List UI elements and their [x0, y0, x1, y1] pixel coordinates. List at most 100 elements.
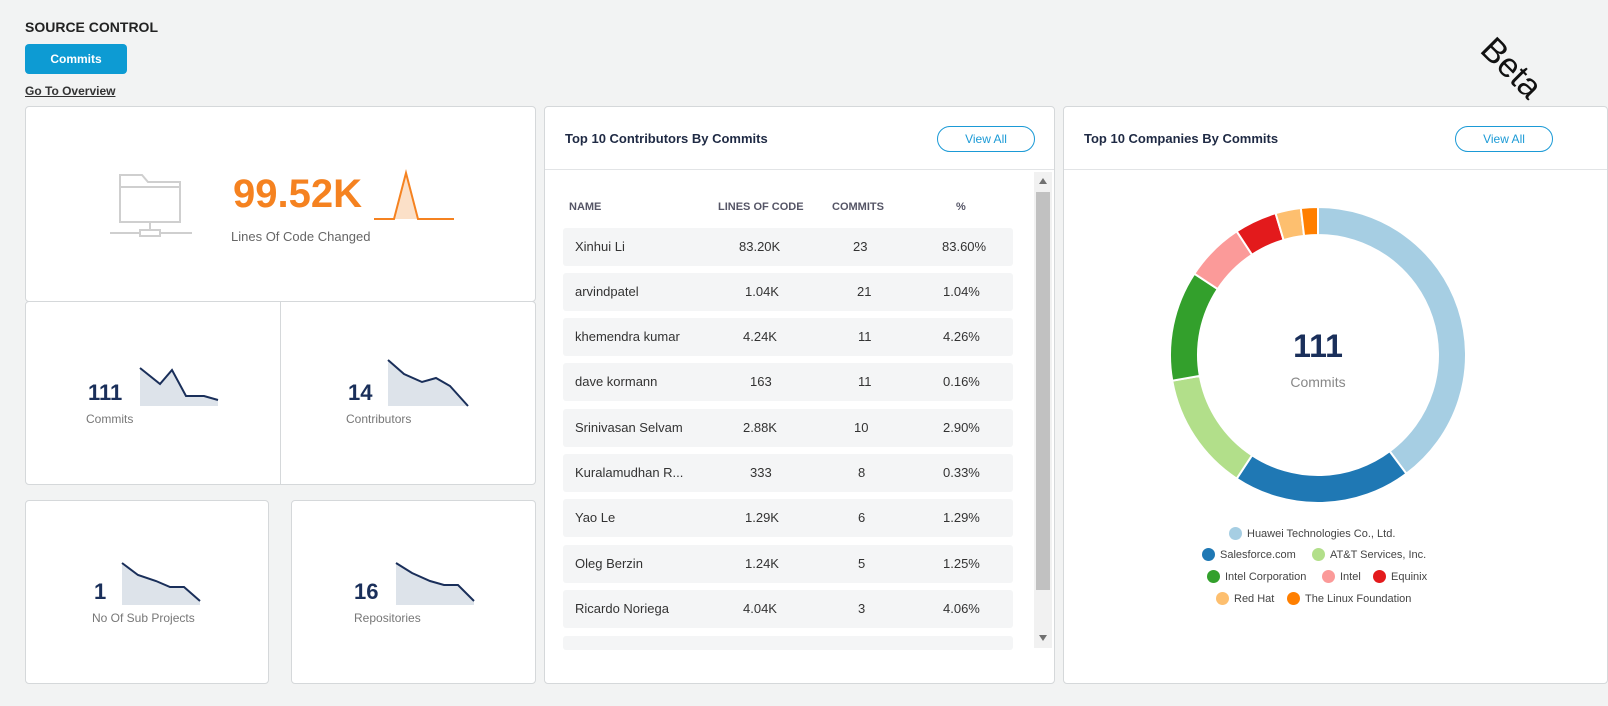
- top-contributors-title: Top 10 Contributors By Commits: [565, 131, 768, 146]
- legend-item[interactable]: Intel: [1322, 570, 1361, 583]
- sub-projects-sparkline: [121, 562, 201, 605]
- commits-label: Commits: [86, 412, 134, 426]
- page-title: SOURCE CONTROL: [25, 19, 158, 35]
- table-row-partial[interactable]: [563, 636, 1013, 650]
- table-row[interactable]: arvindpatel 1.04K 21 1.04%: [563, 273, 1013, 311]
- contributor-percent: 83.60%: [942, 239, 987, 254]
- contributor-commits: 6: [858, 510, 866, 525]
- legend-item[interactable]: AT&T Services, Inc.: [1312, 548, 1426, 561]
- commits-tab-button[interactable]: Commits: [25, 44, 127, 74]
- legend-label: AT&T Services, Inc.: [1330, 548, 1427, 561]
- contributor-loc: 4.24K: [743, 329, 777, 344]
- legend-dot: [1229, 527, 1242, 540]
- contributor-loc: 2.88K: [743, 420, 777, 435]
- table-row[interactable]: Kuralamudhan R... 333 8 0.33%: [563, 454, 1013, 492]
- contributor-loc: 4.04K: [743, 601, 777, 616]
- legend-item[interactable]: Intel Corporation: [1207, 570, 1306, 583]
- legend-label: Equinix: [1391, 570, 1428, 583]
- legend-label: Red Hat: [1234, 592, 1275, 605]
- legend-label: The Linux Foundation: [1305, 592, 1412, 605]
- lines-of-code-value: 99.52K: [233, 172, 362, 216]
- contributor-percent: 1.25%: [943, 556, 980, 571]
- legend-dot: [1287, 592, 1300, 605]
- donut-slice[interactable]: [1171, 374, 1254, 481]
- contributor-name: khemendra kumar: [575, 329, 680, 344]
- donut-slice[interactable]: [1235, 449, 1408, 504]
- contributor-loc: 1.04K: [745, 284, 779, 299]
- contributor-percent: 1.04%: [943, 284, 980, 299]
- donut-slice[interactable]: [1169, 272, 1220, 382]
- table-row[interactable]: Srinivasan Selvam 2.88K 10 2.90%: [563, 409, 1013, 447]
- companies-view-all-button[interactable]: View All: [1455, 126, 1553, 152]
- beta-label: Beta: [1473, 30, 1550, 107]
- legend-item[interactable]: Red Hat: [1216, 592, 1274, 605]
- scroll-down-arrow[interactable]: [1039, 635, 1047, 641]
- legend-dot: [1207, 570, 1220, 583]
- table-row[interactable]: Oleg Berzin 1.24K 5 1.25%: [563, 545, 1013, 583]
- sub-projects-count: 1: [94, 579, 107, 604]
- go-to-overview-link[interactable]: Go To Overview: [25, 84, 115, 98]
- table-row[interactable]: Ricardo Noriega 4.04K 3 4.06%: [563, 590, 1013, 628]
- scroll-thumb[interactable]: [1036, 192, 1050, 590]
- table-row[interactable]: Yao Le 1.29K 6 1.29%: [563, 499, 1013, 537]
- contributor-name: Ricardo Noriega: [575, 601, 669, 616]
- legend-item[interactable]: Equinix: [1373, 570, 1427, 583]
- lines-of-code-label: Lines Of Code Changed: [231, 229, 371, 244]
- legend-item[interactable]: Huawei Technologies Co., Ltd.: [1229, 527, 1395, 540]
- repositories-label: Repositories: [354, 611, 421, 625]
- table-row[interactable]: dave kormann 163 11 0.16%: [563, 363, 1013, 401]
- contributors-view-all-button[interactable]: View All: [937, 126, 1035, 152]
- contributor-commits: 23: [853, 239, 868, 254]
- legend-label: Intel: [1340, 570, 1361, 583]
- contributor-loc: 1.29K: [745, 510, 779, 525]
- donut-slice[interactable]: [1299, 205, 1319, 237]
- contributor-loc: 1.24K: [745, 556, 779, 571]
- legend-dot: [1216, 592, 1229, 605]
- column-header-lines-of-code[interactable]: LINES OF CODE: [718, 201, 804, 213]
- lines-of-code-card: 99.52K Lines Of Code Changed: [25, 106, 536, 302]
- contributors-count: 14: [348, 380, 373, 405]
- legend-dot: [1202, 548, 1215, 561]
- table-row[interactable]: khemendra kumar 4.24K 11 4.26%: [563, 318, 1013, 356]
- legend-dot: [1322, 570, 1335, 583]
- sub-projects-label: No Of Sub Projects: [92, 611, 195, 625]
- top-companies-title: Top 10 Companies By Commits: [1084, 131, 1279, 146]
- contributor-name: Oleg Berzin: [575, 556, 643, 571]
- contributor-commits: 11: [858, 329, 872, 344]
- contributor-commits: 21: [857, 284, 872, 299]
- contributor-percent: 4.26%: [943, 329, 980, 344]
- contributor-percent: 1.29%: [943, 510, 980, 525]
- contributor-commits: 3: [858, 601, 866, 616]
- legend-label: Huawei Technologies Co., Ltd.: [1247, 527, 1396, 540]
- legend-item[interactable]: Salesforce.com: [1202, 548, 1296, 561]
- contributor-percent: 0.16%: [943, 374, 980, 389]
- commits-sparkline: [139, 367, 219, 406]
- table-scrollbar[interactable]: [1034, 172, 1052, 648]
- card-header-divider: [1064, 169, 1607, 170]
- donut-center-value: 111: [1293, 328, 1343, 364]
- legend-label: Salesforce.com: [1220, 548, 1296, 561]
- contributor-percent: 2.90%: [943, 420, 980, 435]
- table-row[interactable]: Xinhui Li 83.20K 23 83.60%: [563, 228, 1013, 266]
- contributor-commits: 11: [858, 374, 872, 389]
- contributor-name: Srinivasan Selvam: [575, 420, 683, 435]
- column-header-commits[interactable]: COMMITS: [832, 201, 884, 213]
- contributor-loc: 163: [750, 374, 772, 389]
- legend-dot: [1373, 570, 1386, 583]
- column-header-percent[interactable]: %: [956, 201, 966, 213]
- contributor-commits: 10: [854, 420, 869, 435]
- contributors-label: Contributors: [346, 412, 412, 426]
- contributor-name: Yao Le: [575, 510, 616, 525]
- legend-label: Intel Corporation: [1225, 570, 1307, 583]
- donut-center-label: Commits: [1290, 374, 1346, 390]
- scroll-up-arrow[interactable]: [1039, 178, 1047, 184]
- contributor-percent: 0.33%: [943, 465, 980, 480]
- commits-contributors-card: 111 Commits 14 Contributors: [25, 301, 536, 485]
- column-header-name[interactable]: NAME: [569, 201, 601, 213]
- folder-network-icon: [110, 174, 192, 237]
- contributor-name: dave kormann: [575, 374, 658, 389]
- legend-item[interactable]: The Linux Foundation: [1287, 592, 1411, 605]
- contributor-percent: 4.06%: [943, 601, 980, 616]
- repositories-sparkline: [395, 562, 475, 605]
- contributor-name: Kuralamudhan R...: [575, 465, 684, 480]
